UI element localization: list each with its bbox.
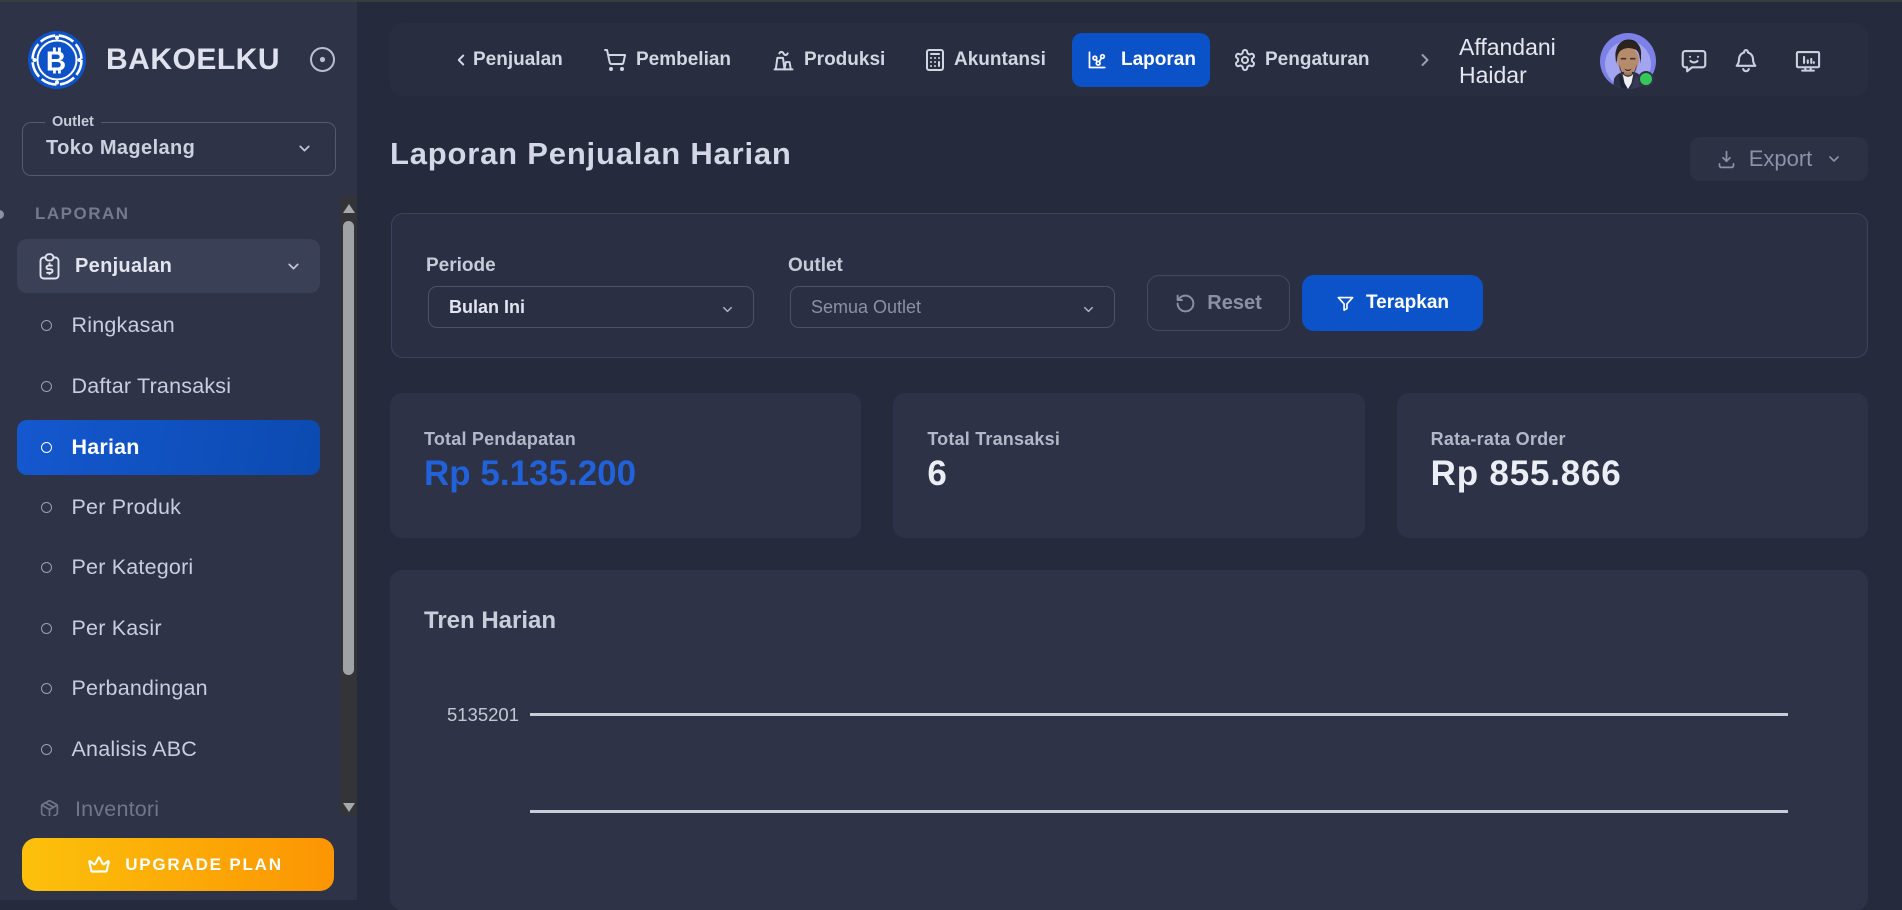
svg-text:B: B bbox=[46, 46, 66, 77]
